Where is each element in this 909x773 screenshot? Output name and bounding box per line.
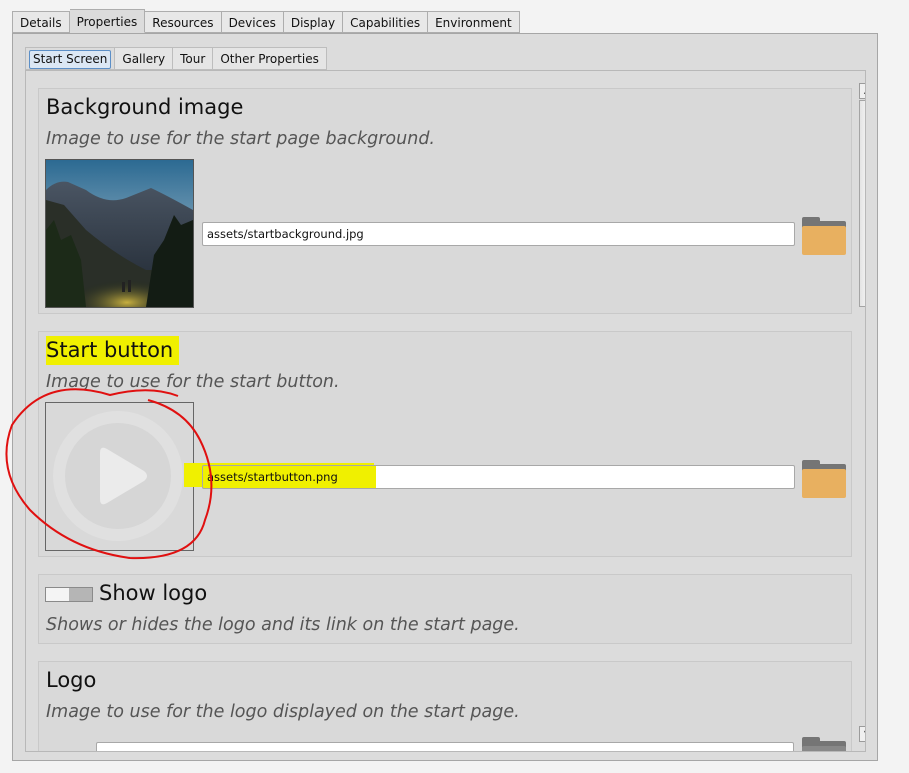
show-logo-toggle[interactable] bbox=[45, 587, 93, 602]
tab-display[interactable]: Display bbox=[283, 11, 344, 33]
scroll-up-button[interactable]: ▲ bbox=[859, 83, 865, 99]
section-title: Background image bbox=[46, 95, 244, 119]
background-image-section: Background image Image to use for the st… bbox=[38, 88, 852, 314]
logo-browse-button[interactable] bbox=[802, 737, 846, 751]
mountain-landscape-photo bbox=[46, 160, 193, 307]
tab-details[interactable]: Details bbox=[12, 11, 70, 33]
section-title: Logo bbox=[46, 668, 97, 692]
vertical-scrollbar[interactable]: ▲ ▼ bbox=[859, 83, 865, 745]
subtab-tour[interactable]: Tour bbox=[173, 47, 214, 70]
start-screen-panel: Background image Image to use for the st… bbox=[25, 70, 866, 752]
scrollbar-thumb[interactable] bbox=[859, 100, 865, 307]
section-title-text: Start button bbox=[46, 336, 180, 365]
subtab-start-screen[interactable]: Start Screen bbox=[25, 47, 116, 70]
subtab-start-screen-label: Start Screen bbox=[29, 50, 112, 69]
logo-section: Logo Image to use for the logo displayed… bbox=[38, 661, 852, 751]
top-tab-bar: Details Properties Resources Devices Dis… bbox=[12, 9, 520, 34]
section-title: Start button bbox=[46, 336, 180, 365]
background-image-preview bbox=[45, 159, 194, 308]
section-description: Image to use for the start page backgrou… bbox=[46, 129, 435, 149]
show-logo-section: Show logo Shows or hides the logo and it… bbox=[38, 574, 852, 644]
section-description: Shows or hides the logo and its link on … bbox=[46, 615, 520, 635]
start-button-section: Start button Image to use for the start … bbox=[38, 331, 852, 557]
scroll-down-button[interactable]: ▼ bbox=[859, 726, 865, 742]
section-title: Show logo bbox=[99, 581, 208, 605]
tab-capabilities[interactable]: Capabilities bbox=[343, 11, 429, 33]
background-image-path-input[interactable] bbox=[202, 222, 795, 246]
sub-tab-bar: Start Screen Gallery Tour Other Properti… bbox=[25, 47, 327, 70]
arrow-up-icon: ▲ bbox=[864, 86, 865, 95]
start-button-browse-button[interactable] bbox=[802, 460, 846, 498]
arrow-down-icon: ▼ bbox=[864, 729, 865, 738]
subtab-gallery[interactable]: Gallery bbox=[115, 47, 174, 70]
start-button-path-input[interactable] bbox=[202, 465, 795, 489]
tab-properties[interactable]: Properties bbox=[69, 9, 146, 33]
tab-resources[interactable]: Resources bbox=[145, 11, 222, 33]
tab-devices[interactable]: Devices bbox=[221, 11, 284, 33]
logo-path-input[interactable] bbox=[96, 742, 794, 751]
section-description: Image to use for the logo displayed on t… bbox=[46, 702, 520, 722]
play-circle-icon bbox=[53, 411, 183, 541]
toggle-knob bbox=[46, 588, 69, 601]
section-description: Image to use for the start button. bbox=[46, 372, 340, 392]
background-image-browse-button[interactable] bbox=[802, 217, 846, 255]
start-button-preview bbox=[45, 402, 194, 551]
subtab-other-properties[interactable]: Other Properties bbox=[213, 47, 327, 70]
tab-environment[interactable]: Environment bbox=[428, 11, 520, 33]
